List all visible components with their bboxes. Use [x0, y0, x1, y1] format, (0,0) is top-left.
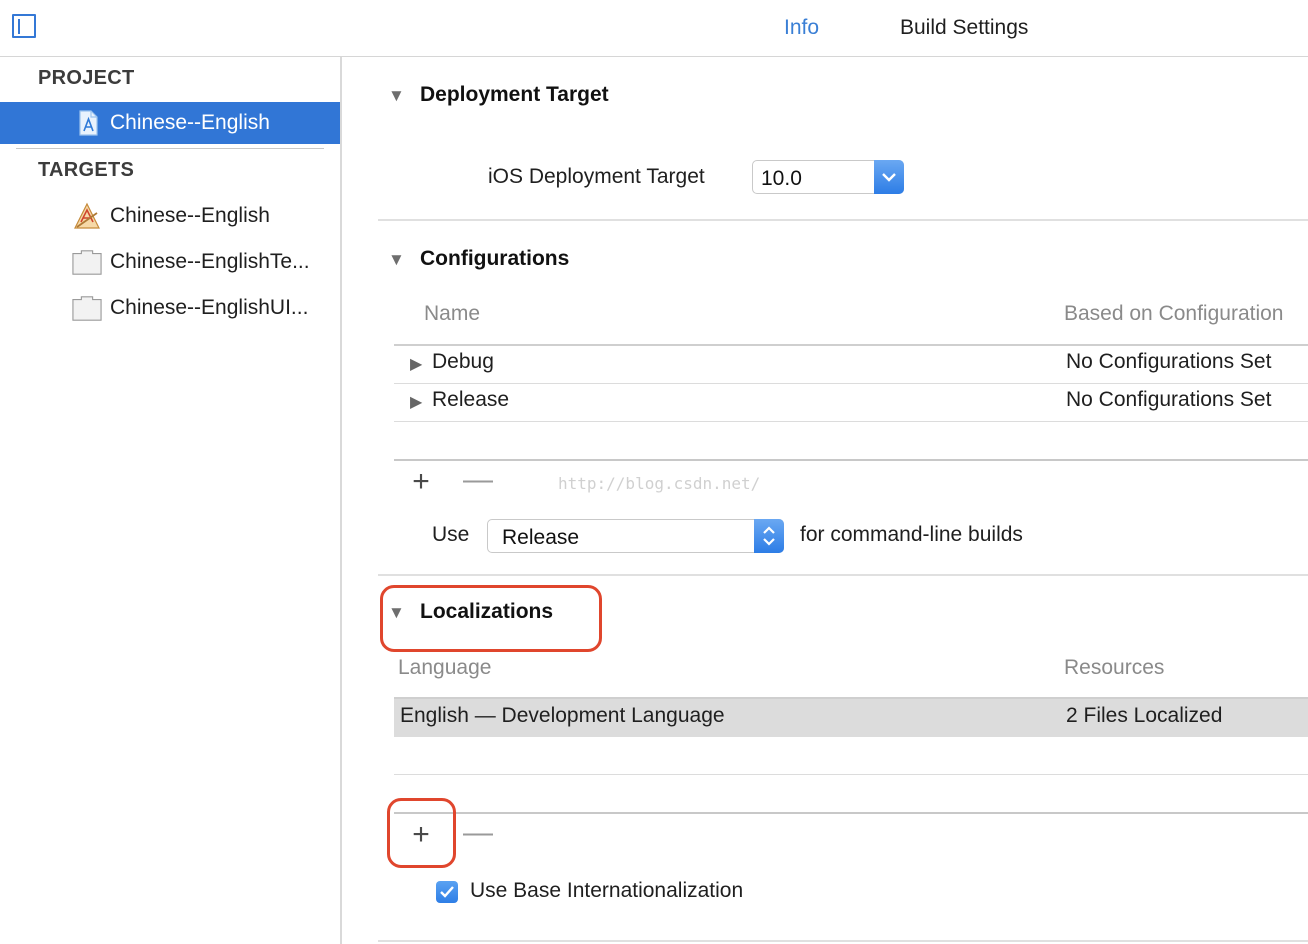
project-section-header: PROJECT: [38, 67, 135, 89]
project-navigator-sidebar: PROJECT Chinese--English TARGETS Chinese…: [0, 57, 342, 944]
sidebar-item-label: Chinese--EnglishTe...: [110, 250, 310, 273]
ios-deployment-combobox[interactable]: 10.0: [752, 160, 904, 194]
test-bundle-icon: [72, 294, 102, 322]
localization-resources: 2 Files Localized: [1066, 704, 1223, 727]
command-line-suffix: for command-line builds: [800, 523, 1023, 546]
remove-configuration-button[interactable]: —: [463, 465, 493, 495]
sidebar-item-target-uitests[interactable]: Chinese--EnglishUI...: [0, 287, 340, 329]
watermark-text: http://blog.csdn.net/: [558, 474, 761, 493]
section-divider: [378, 940, 1308, 942]
column-header-language[interactable]: Language: [398, 656, 491, 680]
project-file-icon: [72, 109, 102, 137]
configurations-section-title: Configurations: [420, 247, 570, 270]
app-target-icon: [72, 202, 102, 230]
add-localization-button[interactable]: +: [406, 820, 436, 850]
add-configuration-button[interactable]: +: [406, 467, 436, 497]
use-base-internationalization-label[interactable]: Use Base Internationalization: [470, 879, 743, 903]
localization-language: English — Development Language: [400, 704, 725, 727]
table-row[interactable]: ▶ Debug No Configurations Set: [394, 346, 1308, 384]
sidebar-toggle-icon[interactable]: [12, 14, 36, 38]
targets-section-header: TARGETS: [38, 159, 135, 181]
use-label: Use: [432, 523, 470, 546]
column-header-based-on[interactable]: Based on Configuration: [1064, 302, 1284, 326]
sidebar-item-target-tests[interactable]: Chinese--EnglishTe...: [0, 241, 340, 283]
command-line-config-value: Release: [502, 526, 580, 549]
tab-info[interactable]: Info: [784, 14, 819, 42]
config-name: Release: [432, 388, 510, 411]
tab-build-settings[interactable]: Build Settings: [900, 14, 1028, 42]
section-divider: [378, 574, 1308, 576]
localizations-disclosure-icon[interactable]: ▼: [388, 603, 408, 623]
remove-localization-button[interactable]: —: [463, 818, 493, 848]
config-based-on: No Configurations Set: [1066, 388, 1272, 411]
sidebar-item-project[interactable]: Chinese--English: [0, 102, 340, 144]
table-row[interactable]: ▶ Release No Configurations Set: [394, 384, 1308, 422]
localizations-section-title: Localizations: [420, 600, 554, 623]
deployment-disclosure-icon[interactable]: ▼: [388, 86, 408, 106]
use-base-internationalization-checkbox[interactable]: [436, 881, 458, 903]
configurations-disclosure-icon[interactable]: ▼: [388, 250, 408, 270]
section-divider: [378, 219, 1308, 221]
deployment-section-title: Deployment Target: [420, 83, 609, 106]
chevron-down-icon[interactable]: [874, 160, 904, 194]
disclosure-right-icon[interactable]: ▶: [410, 392, 422, 412]
sidebar-item-label: Chinese--EnglishUI...: [110, 296, 309, 319]
sidebar-divider: [16, 148, 324, 149]
row-divider: [394, 421, 1308, 422]
command-line-config-popup[interactable]: Release: [487, 519, 784, 553]
checkmark-icon: [440, 886, 454, 898]
config-name: Debug: [432, 350, 494, 373]
top-tab-bar: Info Build Settings: [0, 0, 1308, 57]
sidebar-item-target-app[interactable]: Chinese--English: [0, 195, 340, 237]
sidebar-item-label: Chinese--English: [110, 111, 270, 134]
table-bottom-divider: [394, 812, 1308, 814]
column-header-resources[interactable]: Resources: [1064, 656, 1164, 680]
table-bottom-divider: [394, 459, 1308, 461]
row-divider: [394, 774, 1308, 775]
disclosure-right-icon[interactable]: ▶: [410, 354, 422, 374]
table-row[interactable]: English — Development Language 2 Files L…: [394, 699, 1308, 737]
test-bundle-icon: [72, 248, 102, 276]
sidebar-item-label: Chinese--English: [110, 204, 270, 227]
column-header-name[interactable]: Name: [424, 302, 480, 326]
up-down-arrows-icon[interactable]: [754, 519, 784, 553]
config-based-on: No Configurations Set: [1066, 350, 1272, 373]
ios-deployment-value: 10.0: [761, 167, 802, 190]
ios-deployment-label: iOS Deployment Target: [488, 165, 705, 188]
